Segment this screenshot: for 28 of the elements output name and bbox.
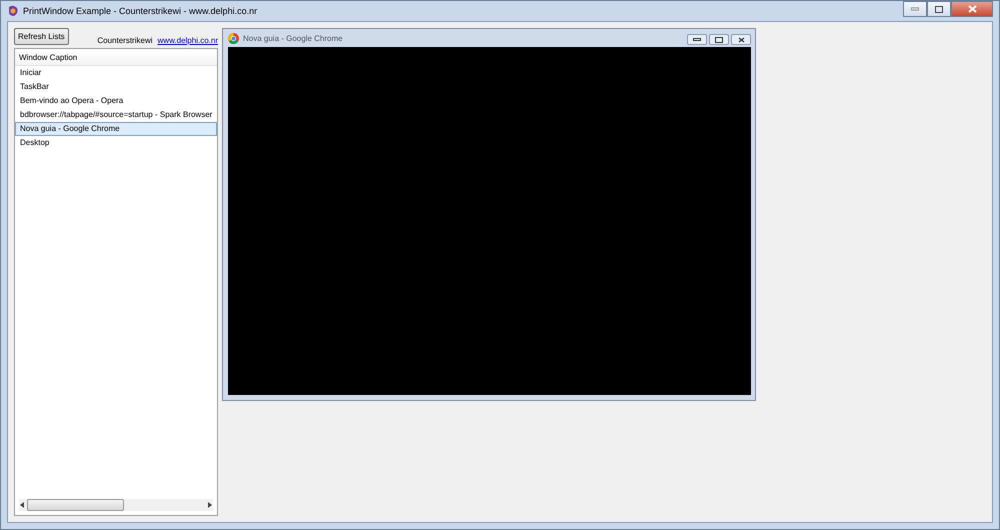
minimize-icon (911, 7, 919, 11)
list-item[interactable]: Bem-vindo ao Opera - Opera (15, 94, 217, 108)
maximize-button[interactable] (927, 1, 951, 17)
list-item[interactable]: TaskBar (15, 80, 217, 94)
minimize-icon (693, 38, 701, 41)
scroll-thumb[interactable] (27, 499, 124, 511)
close-icon (968, 5, 976, 13)
list-item[interactable]: bdbrowser://tabpage/#source=startup - Spark Browser (15, 108, 217, 122)
list-item[interactable]: Nova guia - Google Chrome (15, 122, 217, 136)
scroll-left-icon[interactable] (19, 502, 25, 508)
minimize-button[interactable] (687, 34, 707, 45)
browser-icon (228, 32, 239, 44)
list-item[interactable]: Desktop (15, 136, 217, 150)
horizontal-scrollbar[interactable] (19, 499, 213, 511)
app-icon (7, 5, 19, 17)
scroll-right-icon[interactable] (207, 502, 213, 508)
website-link[interactable]: www.delphi.co.nr (158, 36, 218, 45)
close-button[interactable] (951, 1, 993, 17)
list-item[interactable]: Iniciar (15, 66, 217, 80)
maximize-button[interactable] (709, 34, 729, 45)
window-title: PrintWindow Example - Counterstrikewi - www.delphi.co.nr (23, 6, 258, 16)
maximize-icon (715, 36, 723, 42)
preview-title: Nova guia - Google Chrome (243, 34, 344, 42)
maximize-icon (935, 6, 943, 12)
refresh-button[interactable]: Refresh Lists (14, 28, 69, 45)
close-icon (738, 36, 744, 42)
author-label: Counterstrikewi (97, 36, 153, 45)
close-button[interactable] (731, 34, 751, 45)
